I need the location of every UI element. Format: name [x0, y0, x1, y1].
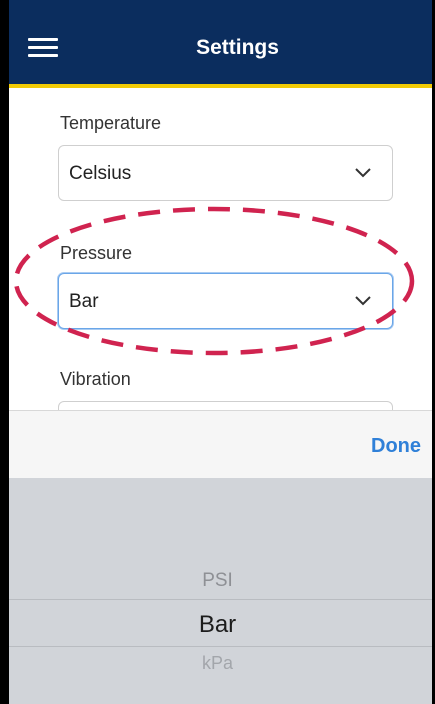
done-button[interactable]: Done: [371, 435, 421, 458]
picker-option[interactable]: PSI: [0, 570, 435, 592]
vibration-label: Vibration: [60, 369, 131, 389]
picker-selection-bottom-line: [0, 646, 435, 647]
screen-edge-left: [0, 0, 9, 704]
picker-option-selected[interactable]: Bar: [0, 611, 435, 639]
temperature-select-value: Celsius: [69, 163, 132, 184]
chevron-down-icon: [355, 296, 371, 306]
pressure-select-value: Bar: [69, 291, 99, 312]
pressure-select[interactable]: Bar: [58, 273, 393, 329]
picker-toolbar: Done: [0, 410, 435, 480]
temperature-select[interactable]: Celsius: [58, 145, 393, 201]
chevron-down-icon: [355, 168, 371, 178]
page-title: Settings: [196, 36, 279, 59]
picker-option[interactable]: kPa: [0, 653, 435, 674]
temperature-label: Temperature: [60, 113, 162, 133]
picker-selection-top-line: [0, 599, 435, 600]
app-header: Settings: [0, 0, 435, 88]
app-screen: Settings Temperature Celsius Pressure Ba…: [0, 0, 435, 704]
pressure-label: Pressure: [60, 243, 133, 263]
picker-wheel[interactable]: PSI Bar kPa: [0, 478, 435, 704]
